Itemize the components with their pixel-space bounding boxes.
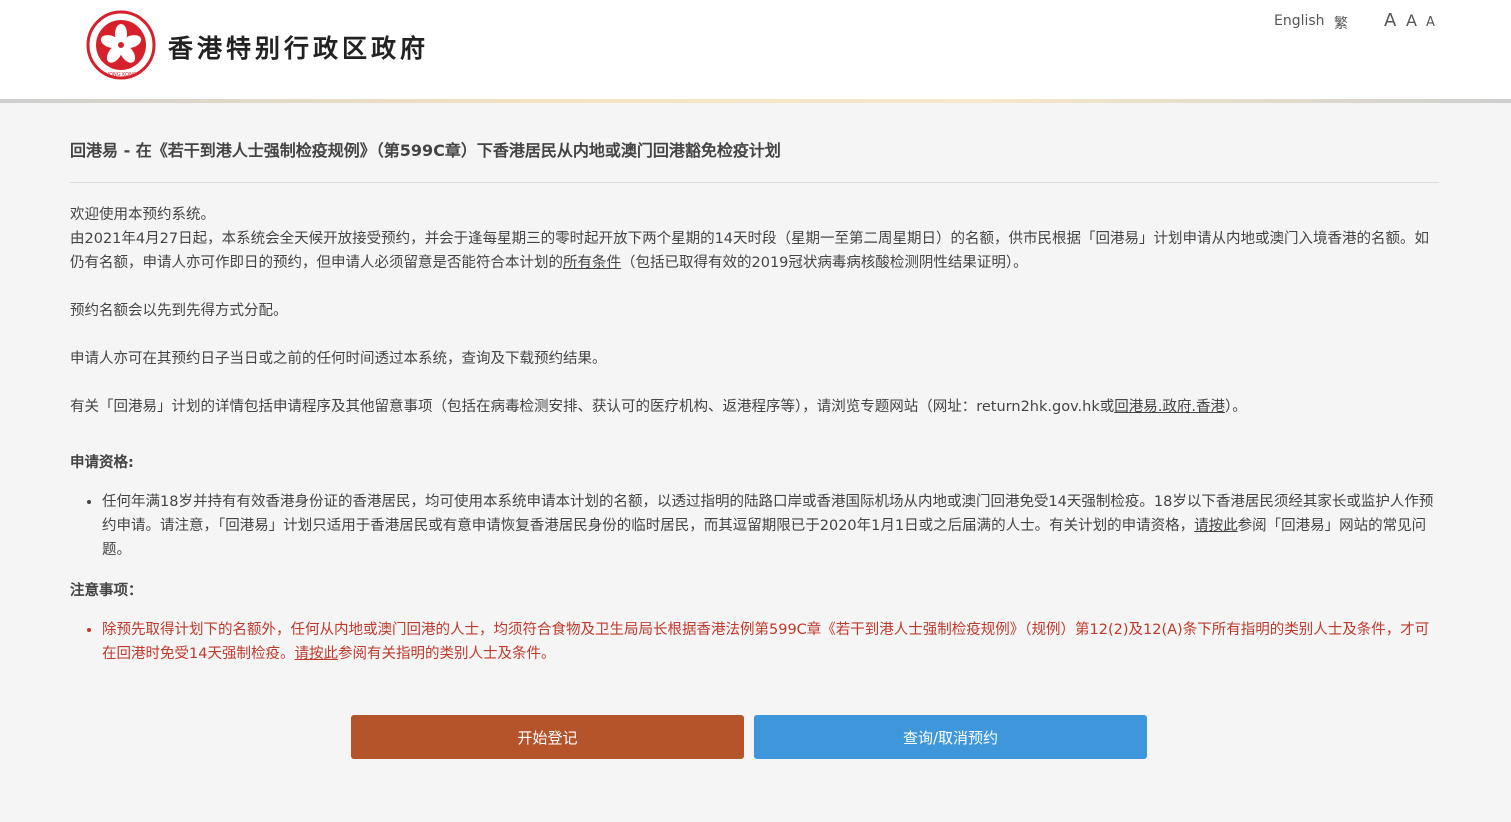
details-text-part2: ）。 xyxy=(1224,399,1247,415)
header-stripe xyxy=(0,99,1511,103)
details-paragraph: 有关「回港易」计划的详情包括申请程序及其他留意事项（包括在病毒检测安排、获认可的… xyxy=(70,395,1439,419)
intro-text-part2: （包括已取得有效的2019冠状病毒病核酸检测阴性结果证明）。 xyxy=(621,255,1028,271)
quota-text: 预约名额会以先到先得方式分配。 xyxy=(70,303,288,319)
english-language-link[interactable]: English xyxy=(1274,13,1325,29)
return2hk-website-link[interactable]: 回港易.政府.香港 xyxy=(1114,399,1225,415)
query-text: 申请人亦可在其预约日子当日或之前的任何时间透过本系统，查询及下载预约结果。 xyxy=(70,351,607,367)
eligibility-list: 任何年满18岁并持有有效香港身份证的香港居民，均可使用本系统申请本计划的名额，以… xyxy=(70,490,1439,562)
emblem-text: HONG KONG xyxy=(105,72,137,78)
notes-item: 除预先取得计划下的名额外，任何从内地或澳门回港的人士，均须符合食物及卫生局局长根… xyxy=(102,618,1439,666)
main-content: 回港易 - 在《若干到港人士强制检疫规例》（第599C章）下香港居民从内地或澳门… xyxy=(70,140,1439,666)
site-header: HONG KONG 香港特别行政区政府 English 繁 A A A xyxy=(0,0,1511,99)
notes-list: 除预先取得计划下的名额外，任何从内地或澳门回港的人士，均须符合食物及卫生局局长根… xyxy=(70,618,1439,666)
intro-paragraph: 由2021年4月27日起，本系统会全天候开放接受预约，并会于逢每星期三的零时起开… xyxy=(70,227,1439,275)
traditional-chinese-link[interactable]: 繁 xyxy=(1334,13,1348,33)
query-cancel-booking-button[interactable]: 查询/取消预约 xyxy=(754,715,1147,759)
eligibility-heading: 申请资格: xyxy=(70,455,134,471)
all-conditions-link[interactable]: 所有条件 xyxy=(563,255,621,271)
eligibility-item: 任何年满18岁并持有有效香港身份证的香港居民，均可使用本系统申请本计划的名额，以… xyxy=(102,490,1439,562)
welcome-text: 欢迎使用本预约系统。 xyxy=(70,207,215,223)
font-size-large-button[interactable]: A xyxy=(1384,10,1396,31)
font-size-small-button[interactable]: A xyxy=(1426,15,1435,30)
eligibility-faq-link[interactable]: 请按此 xyxy=(1194,518,1238,534)
notes-heading: 注意事项： xyxy=(70,583,143,599)
notes-text-part2: 参阅有关指明的类别人士及条件。 xyxy=(337,646,556,662)
government-name: 香港特别行政区政府 xyxy=(168,34,430,63)
hksar-emblem-logo[interactable]: HONG KONG xyxy=(86,10,156,80)
page-title: 回港易 - 在《若干到港人士强制检疫规例》（第599C章）下香港居民从内地或澳门… xyxy=(70,141,781,160)
specified-categories-link[interactable]: 请按此 xyxy=(294,646,338,662)
title-divider xyxy=(70,182,1439,183)
details-text-part1: 有关「回港易」计划的详情包括申请程序及其他留意事项（包括在病毒检测安排、获认可的… xyxy=(70,399,1115,415)
font-size-medium-button[interactable]: A xyxy=(1406,11,1417,30)
start-registration-button[interactable]: 开始登记 xyxy=(351,715,744,759)
